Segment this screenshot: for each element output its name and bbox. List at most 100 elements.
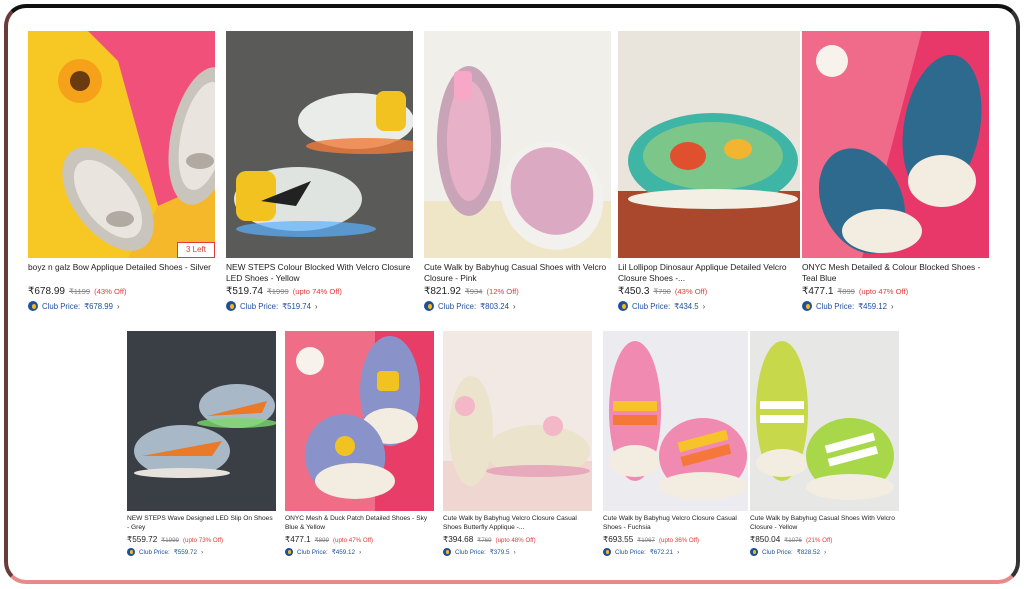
club-price-label: Club Price: bbox=[816, 301, 855, 311]
club-price-link[interactable]: Club Price: ₹828.52 › bbox=[750, 548, 899, 556]
club-price-label: Club Price: bbox=[615, 548, 646, 556]
mrp-price: ₹769 bbox=[477, 537, 492, 544]
selling-price: ₹850.04 bbox=[750, 535, 781, 544]
mrp-price: ₹934 bbox=[464, 287, 483, 296]
club-price-link[interactable]: Club Price: ₹434.5 › bbox=[618, 301, 800, 311]
product-title[interactable]: Cute Walk by Babyhug Casual Shoes with V… bbox=[424, 262, 611, 284]
club-logo-icon bbox=[226, 301, 236, 311]
product-image[interactable] bbox=[226, 31, 413, 258]
product-image[interactable] bbox=[802, 31, 989, 258]
discount-label: (upto 48% Off) bbox=[495, 537, 536, 544]
product-card[interactable]: ONYC Mesh Detailed & Colour Blocked Shoe… bbox=[802, 31, 989, 311]
mrp-price: ₹899 bbox=[314, 537, 329, 544]
product-title[interactable]: ONYC Mesh Detailed & Colour Blocked Shoe… bbox=[802, 262, 989, 284]
product-card[interactable]: Cute Walk by Babyhug Velcro Closure Casu… bbox=[603, 331, 748, 556]
club-price-link[interactable]: Club Price: ₹379.5 › bbox=[443, 548, 592, 556]
club-logo-icon bbox=[28, 301, 38, 311]
discount-label: (upto 36% Off) bbox=[658, 537, 700, 544]
club-price-label: Club Price: bbox=[139, 548, 170, 556]
club-price-label: Club Price: bbox=[632, 301, 671, 311]
discount-label: (upto 47% Off) bbox=[332, 537, 374, 544]
product-card[interactable]: Cute Walk by Babyhug Velcro Closure Casu… bbox=[443, 331, 592, 556]
product-card[interactable]: Cute Walk by Babyhug Casual Shoes with V… bbox=[424, 31, 611, 311]
product-card[interactable]: NEW STEPS Wave Designed LED Slip On Shoe… bbox=[127, 331, 276, 556]
product-image[interactable] bbox=[285, 331, 434, 511]
price-line: ₹821.92 ₹934 (12% Off) bbox=[424, 286, 611, 297]
mrp-price: ₹899 bbox=[837, 287, 855, 296]
selling-price: ₹821.92 bbox=[424, 286, 461, 297]
discount-label: (12% Off) bbox=[486, 287, 519, 296]
price-line: ₹693.55 ₹1067 (upto 36% Off) bbox=[603, 534, 748, 544]
product-card[interactable]: Cute Walk by Babyhug Casual Shoes With V… bbox=[750, 331, 899, 556]
price-line: ₹678.99 ₹1199 (43% Off) bbox=[28, 286, 215, 297]
mrp-price: ₹1199 bbox=[68, 287, 91, 296]
price-line: ₹450.3 ₹790 (43% Off) bbox=[618, 286, 800, 297]
club-price-label: Club Price: bbox=[297, 548, 328, 556]
product-image[interactable] bbox=[750, 331, 899, 511]
club-logo-icon bbox=[443, 548, 451, 556]
club-price-link[interactable]: Club Price: ₹459.12 › bbox=[285, 548, 434, 556]
club-price-label: Club Price: bbox=[240, 301, 279, 311]
club-price-link[interactable]: Club Price: ₹672.21 › bbox=[603, 548, 748, 556]
mrp-price: ₹1999 bbox=[266, 287, 289, 296]
club-price-link[interactable]: Club Price: ₹519.74 › bbox=[226, 301, 413, 311]
club-price-label: Club Price: bbox=[42, 301, 81, 311]
club-price-value: ₹803.24 bbox=[480, 301, 509, 311]
price-line: ₹477.1 ₹899 (upto 47% Off) bbox=[802, 286, 989, 297]
product-title[interactable]: NEW STEPS Colour Blocked With Velcro Clo… bbox=[226, 262, 413, 284]
product-title[interactable]: Cute Walk by Babyhug Velcro Closure Casu… bbox=[603, 515, 748, 533]
product-image[interactable] bbox=[603, 331, 748, 511]
club-logo-icon bbox=[127, 548, 135, 556]
selling-price: ₹477.1 bbox=[285, 535, 311, 544]
price-line: ₹519.74 ₹1999 (upto 74% Off) bbox=[226, 286, 413, 297]
product-title[interactable]: boyz n galz Bow Applique Detailed Shoes … bbox=[28, 262, 215, 284]
product-title[interactable]: ONYC Mesh & Duck Patch Detailed Shoes - … bbox=[285, 515, 434, 533]
stock-badge: 3 Left bbox=[176, 242, 215, 258]
product-title[interactable]: Cute Walk by Babyhug Casual Shoes With V… bbox=[750, 515, 899, 533]
product-title[interactable]: Cute Walk by Babyhug Velcro Closure Casu… bbox=[443, 515, 592, 533]
club-price-label: Club Price: bbox=[762, 548, 793, 556]
product-card[interactable]: 3 Left boyz n galz Bow Applique Detailed… bbox=[28, 31, 215, 311]
product-title[interactable]: NEW STEPS Wave Designed LED Slip On Shoe… bbox=[127, 515, 276, 533]
club-price-link[interactable]: Club Price: ₹459.12 › bbox=[802, 301, 989, 311]
mrp-price: ₹1067 bbox=[637, 537, 655, 544]
mrp-price: ₹1999 bbox=[161, 537, 179, 544]
product-image[interactable] bbox=[127, 331, 276, 511]
price-line: ₹850.04 ₹1076 (21% Off) bbox=[750, 534, 899, 544]
club-price-link[interactable]: Club Price: ₹803.24 › bbox=[424, 301, 611, 311]
selling-price: ₹678.99 bbox=[28, 286, 65, 297]
product-image[interactable] bbox=[424, 31, 611, 258]
chevron-right-icon: › bbox=[359, 548, 362, 556]
mrp-price: ₹790 bbox=[653, 287, 671, 296]
club-price-value: ₹678.99 bbox=[84, 301, 113, 311]
selling-price: ₹693.55 bbox=[603, 535, 634, 544]
mrp-price: ₹1076 bbox=[784, 537, 802, 544]
club-logo-icon bbox=[424, 301, 434, 311]
chevron-right-icon: › bbox=[513, 548, 516, 556]
product-image[interactable] bbox=[443, 331, 592, 511]
product-image[interactable] bbox=[618, 31, 800, 258]
club-logo-icon bbox=[618, 301, 628, 311]
club-price-link[interactable]: Club Price: ₹678.99 › bbox=[28, 301, 215, 311]
product-image[interactable]: 3 Left bbox=[28, 31, 215, 258]
discount-label: (upto 47% Off) bbox=[858, 287, 909, 296]
price-line: ₹394.68 ₹769 (upto 48% Off) bbox=[443, 534, 592, 544]
product-card[interactable]: Lil Lollipop Dinosaur Applique Detailed … bbox=[618, 31, 800, 311]
product-card[interactable]: ONYC Mesh & Duck Patch Detailed Shoes - … bbox=[285, 331, 434, 556]
chevron-right-icon: › bbox=[512, 301, 516, 311]
club-price-value: ₹379.5 bbox=[489, 548, 510, 556]
club-price-link[interactable]: Club Price: ₹559.72 › bbox=[127, 548, 276, 556]
club-price-value: ₹559.72 bbox=[173, 548, 198, 556]
discount-label: (43% Off) bbox=[674, 287, 708, 296]
selling-price: ₹519.74 bbox=[226, 286, 263, 297]
club-price-value: ₹828.52 bbox=[796, 548, 821, 556]
discount-label: (upto 73% Off) bbox=[182, 537, 224, 544]
discount-label: (21% Off) bbox=[805, 537, 833, 544]
chevron-right-icon: › bbox=[116, 301, 120, 311]
product-title[interactable]: Lil Lollipop Dinosaur Applique Detailed … bbox=[618, 262, 800, 284]
club-price-value: ₹672.21 bbox=[649, 548, 674, 556]
product-card[interactable]: NEW STEPS Colour Blocked With Velcro Clo… bbox=[226, 31, 413, 311]
club-price-label: Club Price: bbox=[455, 548, 486, 556]
price-line: ₹559.72 ₹1999 (upto 73% Off) bbox=[127, 534, 276, 544]
chevron-right-icon: › bbox=[677, 548, 680, 556]
